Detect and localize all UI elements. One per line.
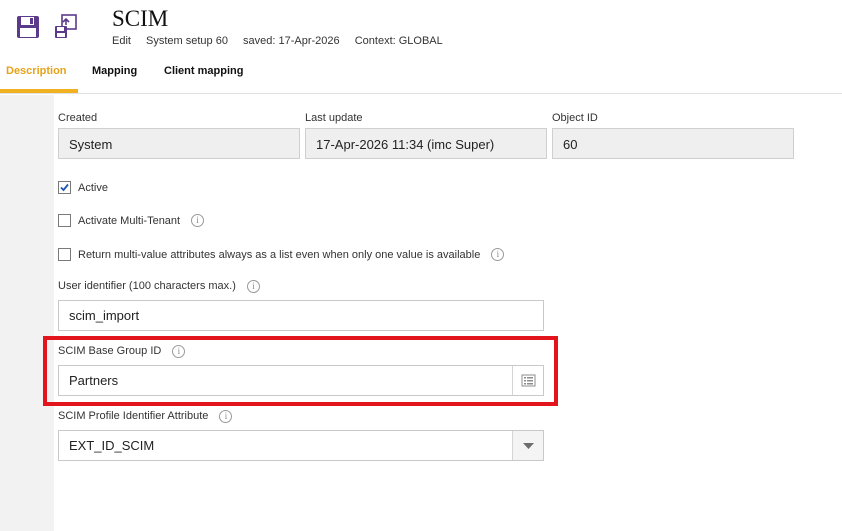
page-meta: Edit System setup 60 saved: 17-Apr-2026 … xyxy=(112,35,455,47)
multi-tenant-label: Activate Multi-Tenant xyxy=(78,214,181,227)
info-icon[interactable]: i xyxy=(246,280,260,293)
meta-mode: Edit xyxy=(112,35,131,47)
meta-saved: saved: 17-Apr-2026 xyxy=(243,35,340,47)
user-identifier-label: User identifier (100 characters max.) i xyxy=(58,280,260,293)
created-field: System xyxy=(58,128,300,159)
multi-value-row: Return multi-value attributes always as … xyxy=(58,248,505,261)
last-update-label: Last update xyxy=(305,112,363,124)
tab-bar: Description Mapping Client mapping xyxy=(0,62,842,94)
left-gutter xyxy=(0,95,54,531)
header: SCIM Edit System setup 60 saved: 17-Apr-… xyxy=(0,0,842,62)
profile-attr-select[interactable]: EXT_ID_SCIM xyxy=(58,430,544,461)
page-title: SCIM xyxy=(112,6,169,31)
last-update-field: 17-Apr-2026 11:34 (imc Super) xyxy=(305,128,547,159)
active-label: Active xyxy=(78,181,108,194)
object-id-field: 60 xyxy=(552,128,794,159)
info-icon[interactable]: i xyxy=(191,214,205,227)
profile-attr-value: EXT_ID_SCIM xyxy=(69,438,155,453)
meta-system-setup: System setup 60 xyxy=(146,35,228,47)
info-icon[interactable]: i xyxy=(491,248,505,261)
multi-tenant-row: Activate Multi-Tenant i xyxy=(58,214,205,227)
chevron-down-icon[interactable] xyxy=(512,431,543,460)
meta-context: Context: GLOBAL xyxy=(354,35,443,47)
tab-description[interactable]: Description xyxy=(6,65,67,77)
save-as-icon[interactable] xyxy=(53,13,79,46)
multi-value-checkbox[interactable] xyxy=(58,248,71,261)
multi-value-label: Return multi-value attributes always as … xyxy=(78,248,481,261)
profile-attr-label-text: SCIM Profile Identifier Attribute xyxy=(58,410,209,422)
tab-mapping[interactable]: Mapping xyxy=(92,65,137,77)
object-id-label: Object ID xyxy=(552,112,598,124)
multi-tenant-checkbox[interactable] xyxy=(58,214,71,227)
active-tab-indicator xyxy=(0,89,78,93)
user-identifier-label-text: User identifier (100 characters max.) xyxy=(58,280,236,292)
highlight-box xyxy=(43,336,558,406)
active-checkbox[interactable] xyxy=(58,181,71,194)
user-identifier-input[interactable]: scim_import xyxy=(58,300,544,331)
tab-client-mapping[interactable]: Client mapping xyxy=(164,65,243,77)
info-icon[interactable]: i xyxy=(219,410,233,423)
created-label: Created xyxy=(58,112,98,124)
profile-attr-label: SCIM Profile Identifier Attribute i xyxy=(58,410,233,423)
save-icon[interactable] xyxy=(16,15,40,44)
active-row: Active xyxy=(58,181,108,194)
